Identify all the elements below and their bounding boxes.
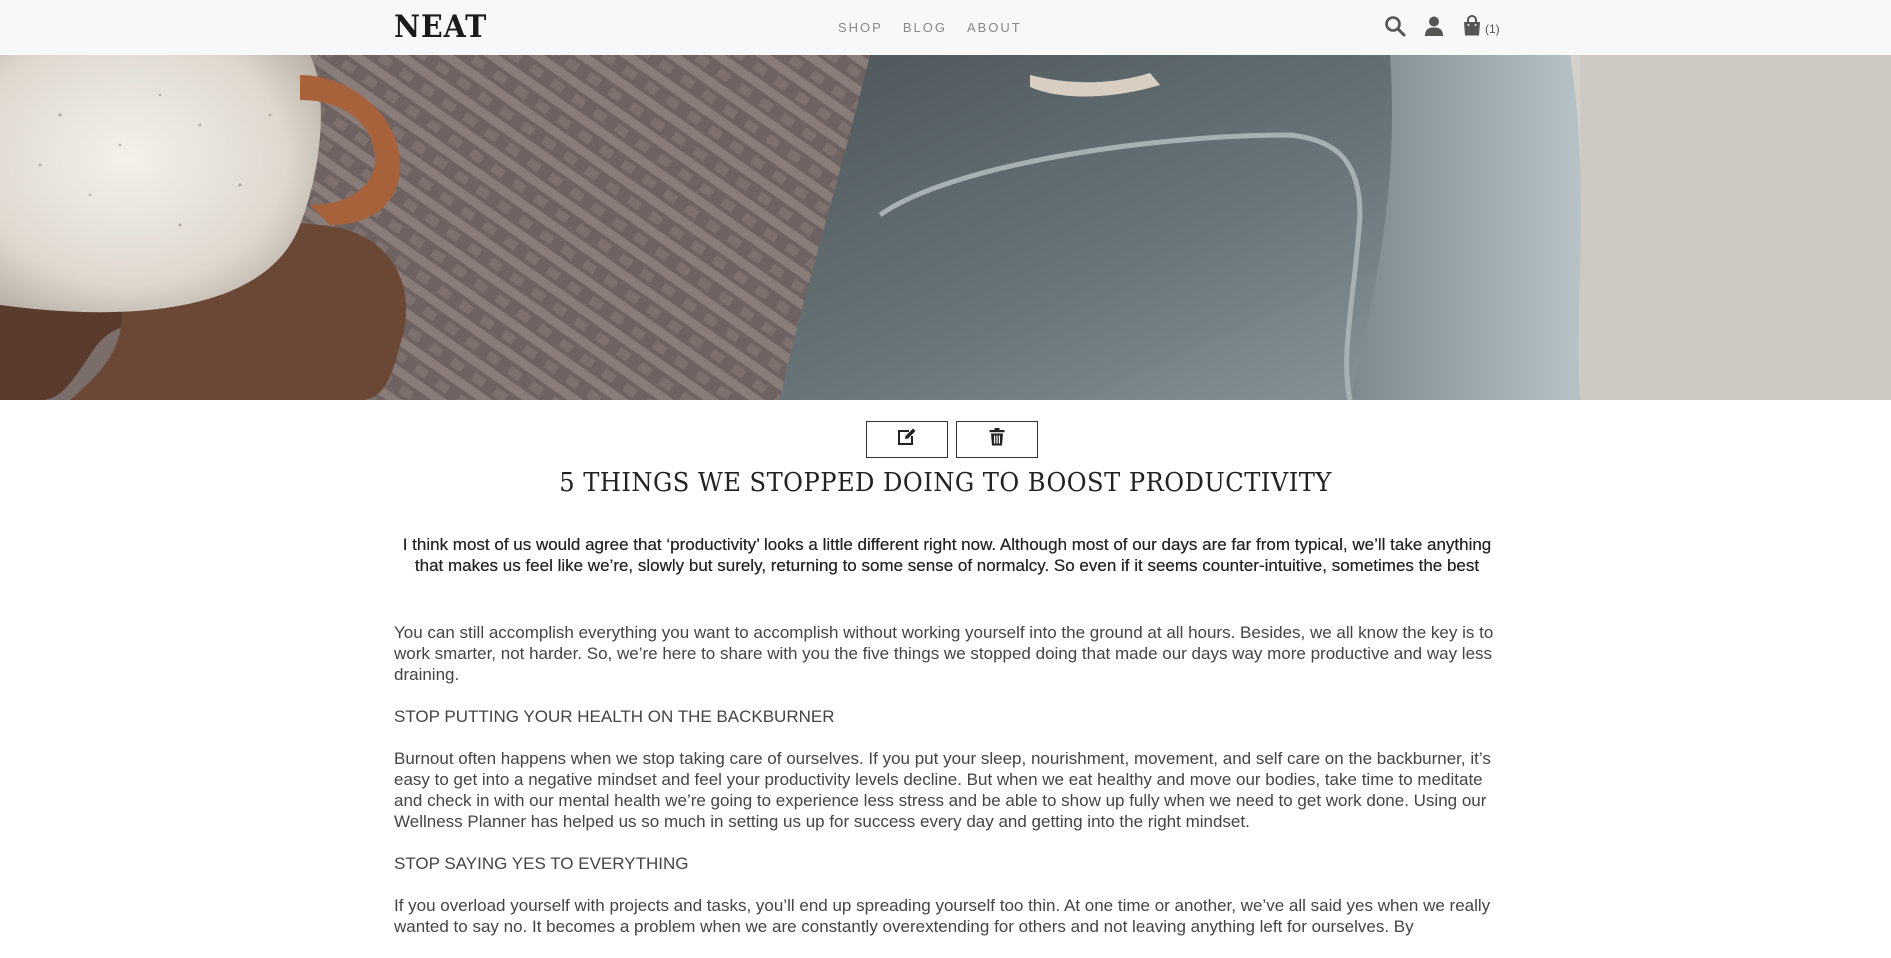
edit-icon (897, 428, 917, 451)
edit-post-button[interactable] (866, 421, 948, 458)
cart-count: (1) (1485, 22, 1500, 36)
article-title: 5 THINGS WE STOPPED DOING TO BOOST PRODU… (559, 468, 1332, 498)
site-header: NEAT SHOP BLOG ABOUT (1) (0, 0, 1891, 55)
article-intro: I think most of us would agree that ‘pro… (402, 535, 1492, 575)
trash-icon (989, 428, 1005, 451)
article-body: You can still accomplish everything you … (394, 622, 1500, 958)
article-paragraph: Burnout often happens when we stop takin… (394, 749, 1491, 831)
hero-image (0, 55, 1891, 400)
post-actions (866, 421, 1038, 458)
search-icon[interactable] (1384, 15, 1406, 37)
article-subheading: STOP SAYING YES TO EVERYTHING (394, 854, 689, 873)
nav-shop[interactable]: SHOP (838, 20, 883, 35)
article-subheading: STOP PUTTING YOUR HEALTH ON THE BACKBURN… (394, 707, 835, 726)
nav-about[interactable]: ABOUT (967, 20, 1022, 35)
shopping-bag-icon (1462, 14, 1484, 37)
nav-blog[interactable]: BLOG (903, 20, 947, 35)
delete-post-button[interactable] (956, 421, 1038, 458)
site-logo[interactable]: NEAT (394, 9, 487, 45)
main-nav: SHOP BLOG ABOUT (838, 20, 1022, 35)
cart-button[interactable]: (1) (1462, 14, 1500, 37)
header-icons: (1) (1384, 14, 1500, 37)
article-paragraph: You can still accomplish everything you … (394, 623, 1494, 684)
user-icon[interactable] (1423, 15, 1445, 37)
